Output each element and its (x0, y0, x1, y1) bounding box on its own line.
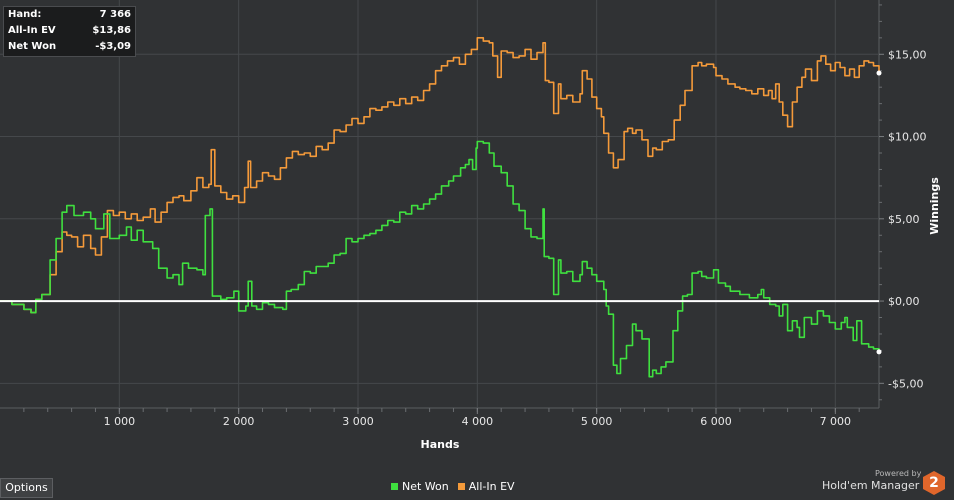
chart-legend: Net Won All-In EV (391, 480, 524, 493)
info-label: Hand: (8, 9, 42, 20)
hover-info-box: Hand: 7 366 All-In EV $13,86 Net Won -$3… (3, 6, 136, 57)
powered-by-text: Powered by (875, 469, 922, 478)
info-label: All-In EV (8, 25, 56, 36)
x-tick-label: 6 000 (700, 415, 732, 428)
x-tick-label: 1 000 (104, 415, 136, 428)
y-tick-label: -$5,00 (888, 377, 923, 390)
info-value: 7 366 (99, 9, 131, 20)
legend-swatch (457, 483, 465, 490)
x-tick-label: 4 000 (462, 415, 494, 428)
legend-item-all-in-ev[interactable]: All-In EV (457, 480, 515, 493)
legend-item-net-won[interactable]: Net Won (391, 480, 449, 493)
x-tick-label: 3 000 (342, 415, 374, 428)
series-end-point (876, 70, 882, 76)
info-label: Net Won (8, 41, 57, 52)
info-value: $13,86 (92, 25, 131, 36)
y-tick-label: $15,00 (888, 48, 927, 61)
plot-area (0, 0, 880, 408)
winnings-chart: 1 000 2 000 3 000 4 000 5 000 6 000 7 000 -$5,0… (0, 0, 941, 451)
legend-label: Net Won (402, 480, 449, 493)
info-row-net-won: Net Won -$3,09 (4, 39, 135, 55)
info-row-hand: Hand: 7 366 (4, 7, 135, 23)
options-button[interactable]: Options (0, 478, 53, 498)
y-tick-label: $10,00 (888, 131, 927, 144)
x-tick-label: 7 000 (820, 415, 852, 428)
y-tick-label: $0,00 (888, 295, 920, 308)
series-end-point (876, 349, 882, 355)
y-axis-title: Winnings (928, 177, 941, 235)
x-tick-label: 5 000 (581, 415, 613, 428)
y-tick-label: $5,00 (888, 213, 920, 226)
info-row-all-in-ev: All-In EV $13,86 (4, 23, 135, 39)
brand-name: Hold'em Manager (822, 479, 920, 492)
legend-swatch (391, 483, 398, 490)
x-axis-title: Hands (421, 438, 460, 451)
x-tick-label: 2 000 (223, 415, 255, 428)
info-value: -$3,09 (95, 41, 131, 52)
legend-label: All-In EV (468, 480, 515, 493)
